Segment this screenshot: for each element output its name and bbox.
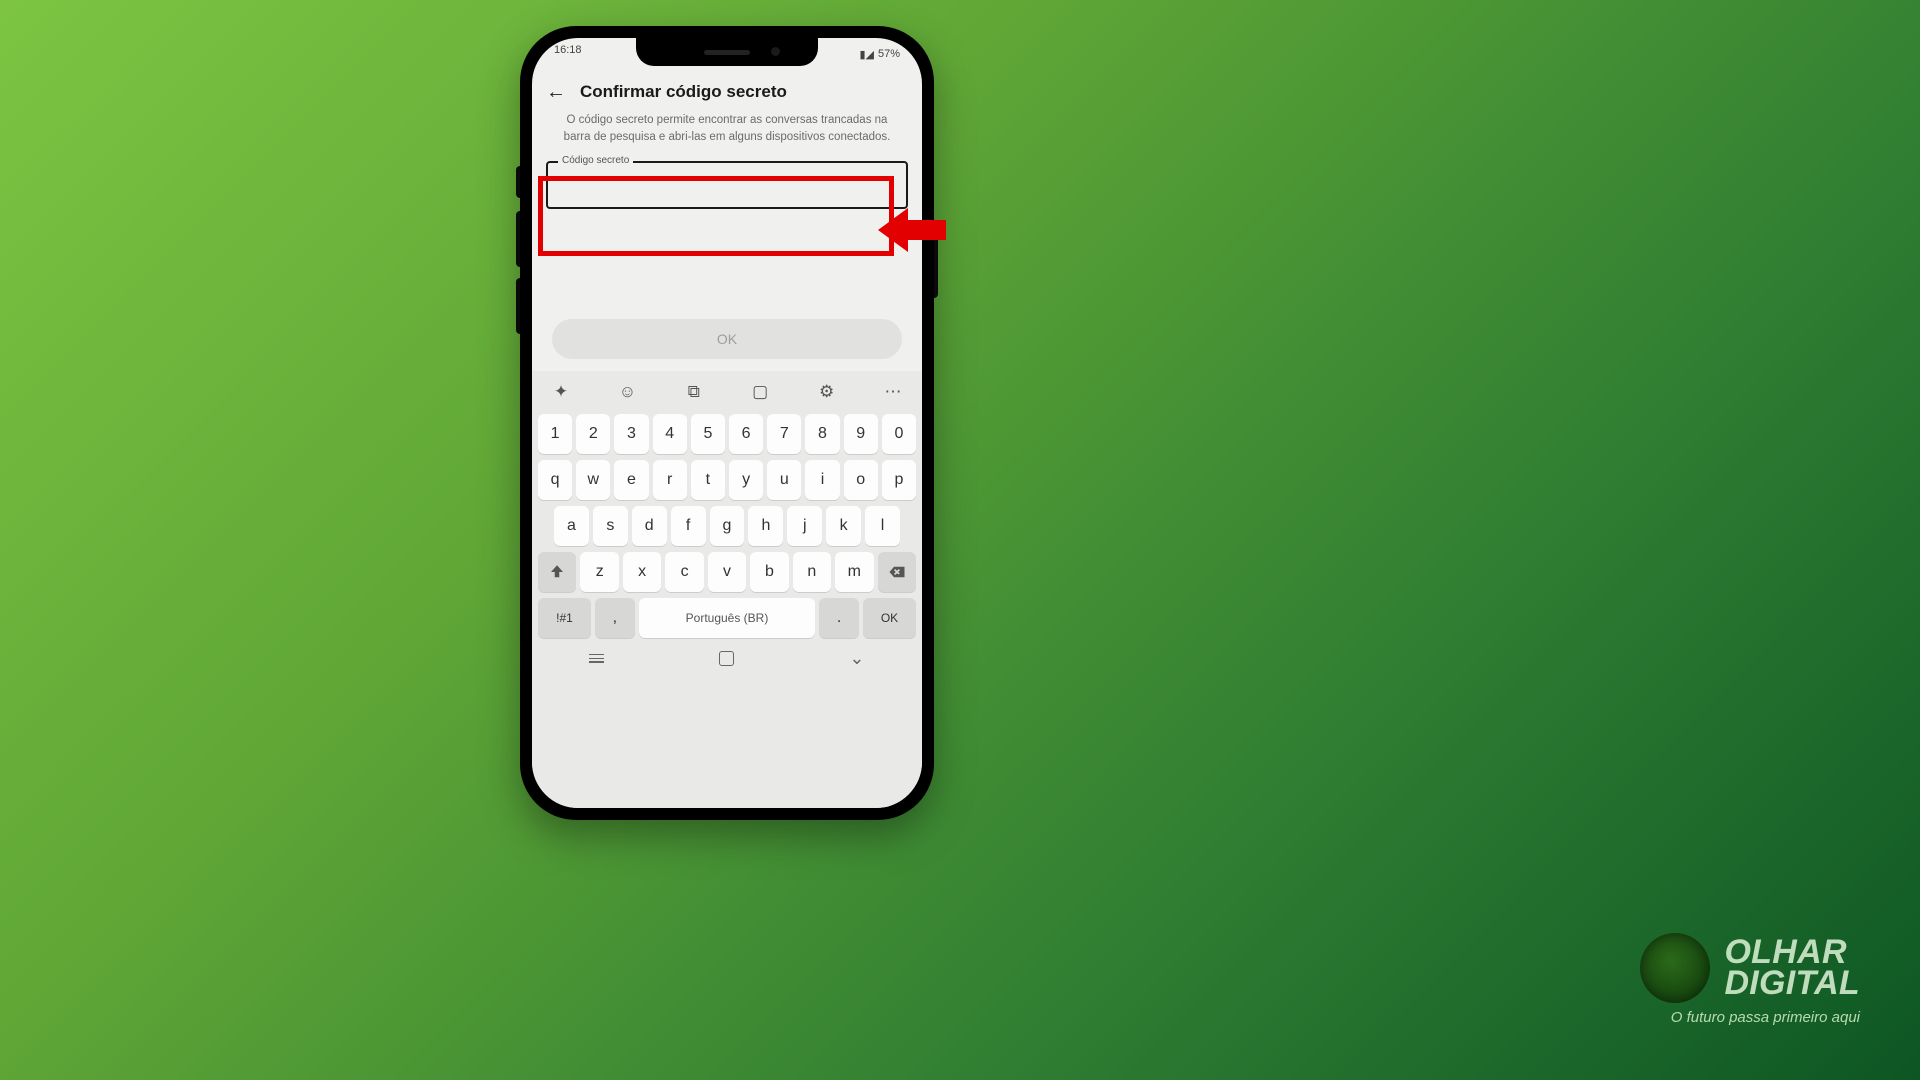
phone-mockup: 16:18 ▮◢ 57% ← Confirmar código secreto … [520,26,934,820]
key-f[interactable]: f [671,506,706,546]
key-dot[interactable]: . [819,598,859,638]
status-time: 16:18 [554,44,582,64]
signal-icon: ▮◢ [859,48,874,61]
key-d[interactable]: d [632,506,667,546]
key-s[interactable]: s [593,506,628,546]
key-1[interactable]: 1 [538,414,572,454]
android-nav-bar: ⌄ [532,641,922,675]
keyboard-row-numbers: 1 2 3 4 5 6 7 8 9 0 [532,411,922,457]
volume-down-button [516,278,520,334]
sparkle-icon[interactable]: ✦ [548,379,574,405]
phone-notch [636,38,818,66]
key-g[interactable]: g [710,506,745,546]
key-5[interactable]: 5 [691,414,725,454]
home-icon[interactable] [719,651,734,666]
sticker-icon[interactable]: ⧉ [681,379,707,405]
key-comma[interactable]: , [595,598,635,638]
key-4[interactable]: 4 [653,414,687,454]
keyboard-row-mid: a s d f g h j k l [532,503,922,549]
clipboard-icon[interactable]: ▢ [747,379,773,405]
key-0[interactable]: 0 [882,414,916,454]
key-h[interactable]: h [748,506,783,546]
speaker-grille [704,50,750,55]
key-9[interactable]: 9 [844,414,878,454]
brand-line2: DIGITAL [1724,968,1860,999]
key-u[interactable]: u [767,460,801,500]
key-2[interactable]: 2 [576,414,610,454]
key-8[interactable]: 8 [805,414,839,454]
status-right: ▮◢ 57% [859,44,900,64]
key-space[interactable]: Português (BR) [639,598,816,638]
page-description: O código secreto permite encontrar as co… [532,112,922,155]
key-6[interactable]: 6 [729,414,763,454]
key-o[interactable]: o [844,460,878,500]
key-q[interactable]: q [538,460,572,500]
key-enter[interactable]: OK [863,598,916,638]
back-arrow-icon[interactable]: ← [546,82,566,102]
key-w[interactable]: w [576,460,610,500]
key-r[interactable]: r [653,460,687,500]
ok-button[interactable]: OK [552,319,902,359]
input-label: Código secreto [558,155,633,166]
key-7[interactable]: 7 [767,414,801,454]
front-camera [771,47,780,56]
key-3[interactable]: 3 [614,414,648,454]
key-i[interactable]: i [805,460,839,500]
key-j[interactable]: j [787,506,822,546]
key-y[interactable]: y [729,460,763,500]
settings-gear-icon[interactable]: ⚙ [814,379,840,405]
key-numeric[interactable]: !#1 [538,598,591,638]
key-shift[interactable] [538,552,576,592]
key-l[interactable]: l [865,506,900,546]
key-m[interactable]: m [835,552,873,592]
app-bar: ← Confirmar código secreto [532,74,922,112]
brand-logo: OLHAR DIGITAL O futuro passa primeiro aq… [1640,933,1860,1026]
key-t[interactable]: t [691,460,725,500]
key-backspace[interactable] [878,552,916,592]
app-content: ← Confirmar código secreto O código secr… [532,38,922,808]
backspace-icon [888,563,906,581]
key-a[interactable]: a [554,506,589,546]
volume-mute-button [516,166,520,198]
battery-text: 57% [878,48,900,60]
tutorial-slide: 16:18 ▮◢ 57% ← Confirmar código secreto … [0,0,1920,1080]
keyboard-row-bot: z x c v b n m [532,549,922,595]
key-p[interactable]: p [882,460,916,500]
recents-icon[interactable] [589,654,604,663]
soft-keyboard: ✦ ☺ ⧉ ▢ ⚙ ⋯ 1 2 3 4 5 6 7 [532,371,922,808]
brand-tagline: O futuro passa primeiro aqui [1640,1009,1860,1026]
annotation-arrow [878,202,948,258]
shift-icon [548,563,566,581]
key-n[interactable]: n [793,552,831,592]
emoji-icon[interactable]: ☺ [614,379,640,405]
page-title: Confirmar código secreto [580,82,787,102]
back-nav-icon[interactable]: ⌄ [849,648,864,669]
keyboard-toolbar: ✦ ☺ ⧉ ▢ ⚙ ⋯ [532,371,922,411]
brand-mark-icon [1640,933,1710,1003]
key-b[interactable]: b [750,552,788,592]
key-z[interactable]: z [580,552,618,592]
key-c[interactable]: c [665,552,703,592]
key-v[interactable]: v [708,552,746,592]
key-k[interactable]: k [826,506,861,546]
phone-screen: 16:18 ▮◢ 57% ← Confirmar código secreto … [532,38,922,808]
volume-up-button [516,211,520,267]
more-icon[interactable]: ⋯ [880,379,906,405]
keyboard-row-top: q w e r t y u i o p [532,457,922,503]
keyboard-row-space: !#1 , Português (BR) . OK [532,595,922,641]
brand-wordmark: OLHAR DIGITAL [1724,937,1860,1000]
key-x[interactable]: x [623,552,661,592]
key-e[interactable]: e [614,460,648,500]
secret-code-input[interactable]: Código secreto [546,161,908,209]
